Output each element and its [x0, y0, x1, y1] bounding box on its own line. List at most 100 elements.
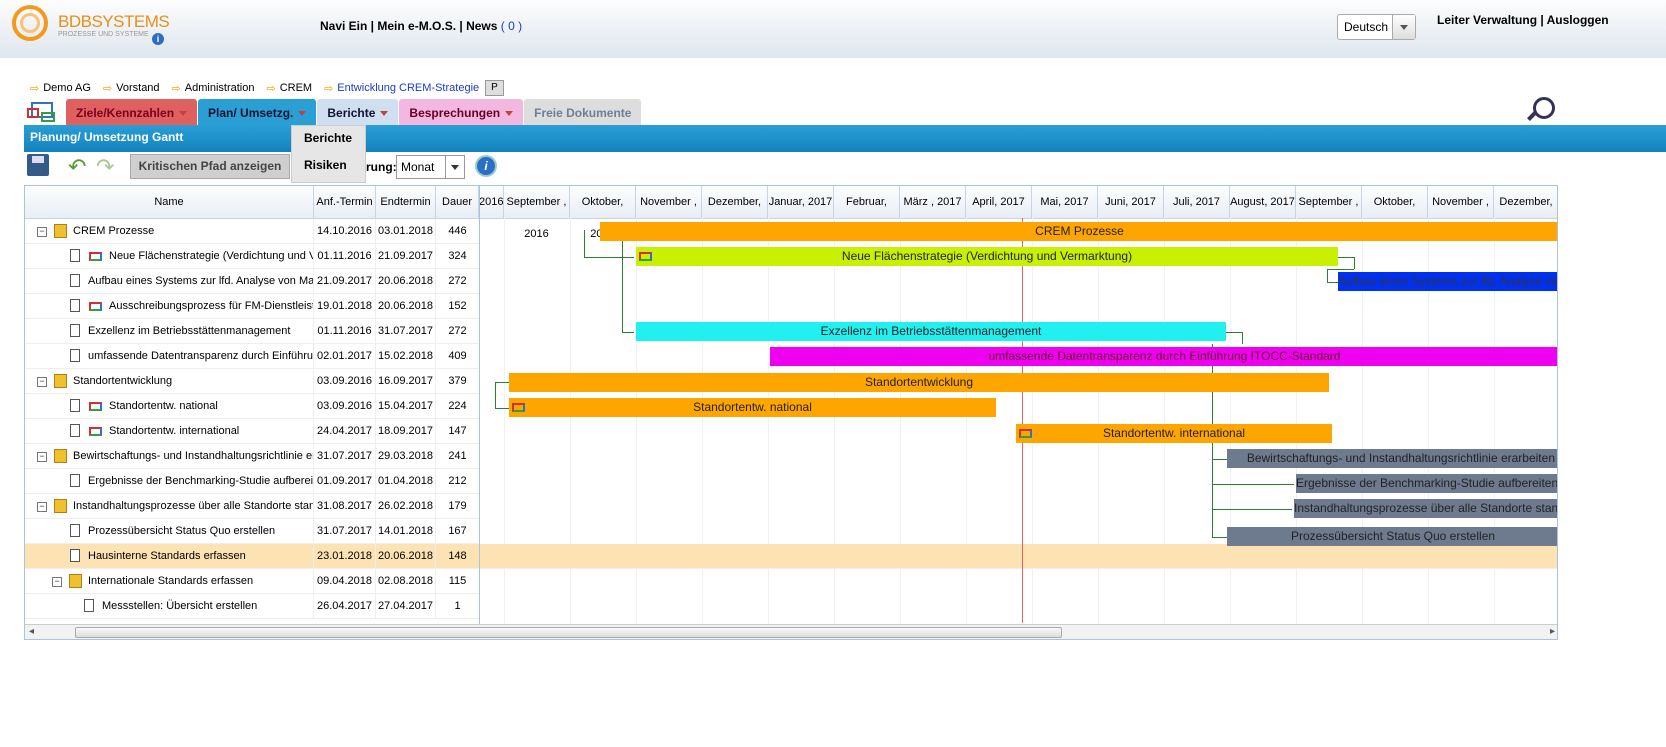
- language-select[interactable]: Deutsch: [1337, 14, 1416, 40]
- caret-down-icon: [380, 111, 389, 117]
- table-row-selected[interactable]: Hausinterne Standards erfassen 23.01.201…: [25, 544, 1557, 569]
- user-menu[interactable]: Leiter Verwaltung | Ausloggen: [1437, 13, 1609, 27]
- row-start: 01.09.2017: [314, 469, 376, 494]
- p-badge[interactable]: P: [485, 80, 504, 96]
- zoom-select[interactable]: Monat: [396, 155, 465, 179]
- dependency-link: [584, 230, 585, 258]
- horizontal-scrollbar[interactable]: ◂ ▸: [25, 624, 1557, 639]
- breadcrumb-item[interactable]: Administration: [185, 82, 255, 94]
- row-start: 19.01.2018: [314, 294, 376, 319]
- subproject-icon: [512, 403, 525, 412]
- dependency-link: [495, 382, 496, 408]
- month-header: Juli, 2017: [1164, 186, 1230, 218]
- info-icon[interactable]: i: [475, 155, 497, 177]
- gantt-bar[interactable]: Standortentw. national: [509, 398, 996, 417]
- breadcrumb-current[interactable]: Entwicklung CREM-Strategie: [337, 82, 479, 94]
- month-header: September , 2016: [504, 186, 570, 240]
- gantt-bar[interactable]: Bewirtschaftungs- und Instandhaltungsric…: [1227, 449, 1557, 468]
- top-navigation[interactable]: Navi Ein | Mein e-M.O.S. | News ( 0 ): [320, 19, 522, 33]
- save-icon[interactable]: [27, 154, 49, 176]
- dependency-link: [1212, 484, 1294, 485]
- breadcrumb-item[interactable]: Vorstand: [116, 82, 159, 94]
- col-header-name[interactable]: Name: [25, 186, 314, 218]
- table-row[interactable]: Neue Flächenstrategie (Verdichtung und V…: [25, 244, 479, 269]
- table-row[interactable]: Prozessübersicht Status Quo erstellen 31…: [25, 519, 479, 544]
- row-end: 27.04.2017: [376, 594, 436, 619]
- table-row[interactable]: − Bewirtschaftungs- und Instandhaltungsri…: [25, 444, 479, 469]
- search-icon[interactable]: [1533, 97, 1555, 119]
- chevron-down-icon[interactable]: [1392, 15, 1415, 39]
- dropdown-item-berichte[interactable]: Berichte: [292, 126, 365, 153]
- menu-freie-dokumente[interactable]: Freie Dokumente: [524, 99, 642, 127]
- table-row[interactable]: Messstellen: Übersicht erstellen 26.04.2…: [25, 594, 479, 619]
- menu-berichte[interactable]: Berichte: [317, 99, 399, 127]
- module-home-icon[interactable]: [24, 99, 62, 127]
- gantt-bar[interactable]: umfassende Datentransparenz durch Einfüh…: [770, 347, 1557, 366]
- collapse-icon[interactable]: −: [52, 577, 62, 587]
- info-icon[interactable]: i: [152, 33, 164, 45]
- arrow-right-icon: ⇨: [171, 82, 181, 95]
- gantt-bar[interactable]: Neue Flächenstrategie (Verdichtung und V…: [636, 247, 1338, 266]
- dependency-link: [1242, 332, 1243, 344]
- scroll-left-icon[interactable]: ◂: [29, 626, 34, 637]
- row-end: 02.08.2018: [376, 569, 436, 594]
- gantt-bar[interactable]: Ergebnisse der Benchmarking-Studie aufbe…: [1296, 474, 1557, 493]
- row-start: 21.09.2017: [314, 269, 376, 294]
- table-row[interactable]: Aufbau eines Systems zur lfd. Analyse vo…: [25, 269, 479, 294]
- month-header: 2016: [479, 186, 504, 218]
- gantt-bar[interactable]: CREM Prozesse: [600, 222, 1557, 241]
- row-start: 09.04.2018: [314, 569, 376, 594]
- menu-plan[interactable]: Plan/ Umsetzg.: [198, 99, 317, 127]
- month-header: Dezember, 2016: [702, 186, 768, 240]
- critical-path-button[interactable]: Kritischen Pfad anzeigen: [130, 154, 290, 179]
- chevron-down-icon[interactable]: [445, 156, 464, 178]
- row-start: 01.11.2016: [314, 244, 376, 269]
- folder-icon: [69, 574, 82, 588]
- collapse-icon[interactable]: −: [37, 502, 47, 512]
- table-row[interactable]: − Instandhaltungsprozesse über alle Stand…: [25, 494, 479, 519]
- table-row[interactable]: Ausschreibungsprozess für FM-Dienstleist…: [25, 294, 479, 319]
- gantt-bar[interactable]: Exzellenz im Betriebsstättenmanagement: [636, 322, 1226, 341]
- scrollbar-thumb[interactable]: [75, 627, 1062, 638]
- row-duration: 1: [454, 600, 461, 612]
- menu-ziele[interactable]: Ziele/Kennzahlen: [66, 99, 198, 127]
- undo-icon[interactable]: ↶: [68, 154, 86, 180]
- scroll-right-icon[interactable]: ▸: [1550, 626, 1555, 637]
- news-count[interactable]: ( 0 ): [501, 19, 522, 33]
- row-start: 01.11.2016: [314, 319, 376, 344]
- caret-down-icon: [298, 111, 307, 117]
- gantt-bar[interactable]: Standortentw. international: [1016, 424, 1332, 443]
- collapse-icon[interactable]: −: [37, 227, 47, 237]
- collapse-icon[interactable]: −: [37, 452, 47, 462]
- pane-divider[interactable]: [479, 186, 480, 626]
- month-header: November , 2017: [1428, 186, 1494, 240]
- row-start: 03.09.2016: [314, 394, 376, 419]
- col-header-duration[interactable]: Dauer: [436, 186, 479, 218]
- row-end: 20.06.2018: [376, 544, 436, 569]
- table-row[interactable]: Standortentw. national 03.09.2016 15.04.2…: [25, 394, 479, 419]
- menu-besprechungen[interactable]: Besprechungen: [399, 99, 524, 127]
- table-row[interactable]: − Internationale Standards erfassen 09.04…: [25, 569, 479, 594]
- col-header-end[interactable]: Endtermin: [376, 186, 436, 218]
- col-header-start[interactable]: Anf.-Termin: [314, 186, 376, 218]
- table-row[interactable]: − CREM Prozesse 14.10.2016 03.01.2018 446: [25, 219, 479, 244]
- row-end: 29.03.2018: [376, 444, 436, 469]
- collapse-icon[interactable]: −: [37, 377, 47, 387]
- breadcrumb-item[interactable]: Demo AG: [43, 82, 91, 94]
- gantt-bar[interactable]: Prozessübersicht Status Quo erstellen: [1227, 527, 1557, 546]
- gantt-bar[interactable]: Standortentwicklung: [509, 373, 1329, 392]
- gantt-grid: Name Anf.-Termin Endtermin Dauer 2016 Se…: [24, 185, 1558, 640]
- table-row[interactable]: Standortentw. international 24.04.2017 18…: [25, 419, 479, 444]
- gantt-bar[interactable]: Aufbau eines Systems zur lfd. Analyse vo…: [1338, 272, 1557, 291]
- breadcrumb-item[interactable]: CREM: [280, 82, 312, 94]
- document-icon: [84, 599, 94, 612]
- table-row[interactable]: − Standortentwicklung 03.09.2016 16.09.201…: [25, 369, 479, 394]
- redo-icon[interactable]: ↷: [96, 154, 114, 180]
- dependency-link: [1327, 269, 1328, 283]
- dropdown-item-risiken[interactable]: Risiken: [292, 153, 365, 180]
- gantt-bar[interactable]: Instandhaltungsprozesse über alle Stando…: [1294, 499, 1557, 518]
- table-row[interactable]: umfassende Datentransparenz durch Einfüh…: [25, 344, 479, 369]
- dependency-link: [1212, 459, 1227, 460]
- table-row[interactable]: Exzellenz im Betriebsstättenmanagement 0…: [25, 319, 479, 344]
- table-row[interactable]: Ergebnisse der Benchmarking-Studie aufbe…: [25, 469, 479, 494]
